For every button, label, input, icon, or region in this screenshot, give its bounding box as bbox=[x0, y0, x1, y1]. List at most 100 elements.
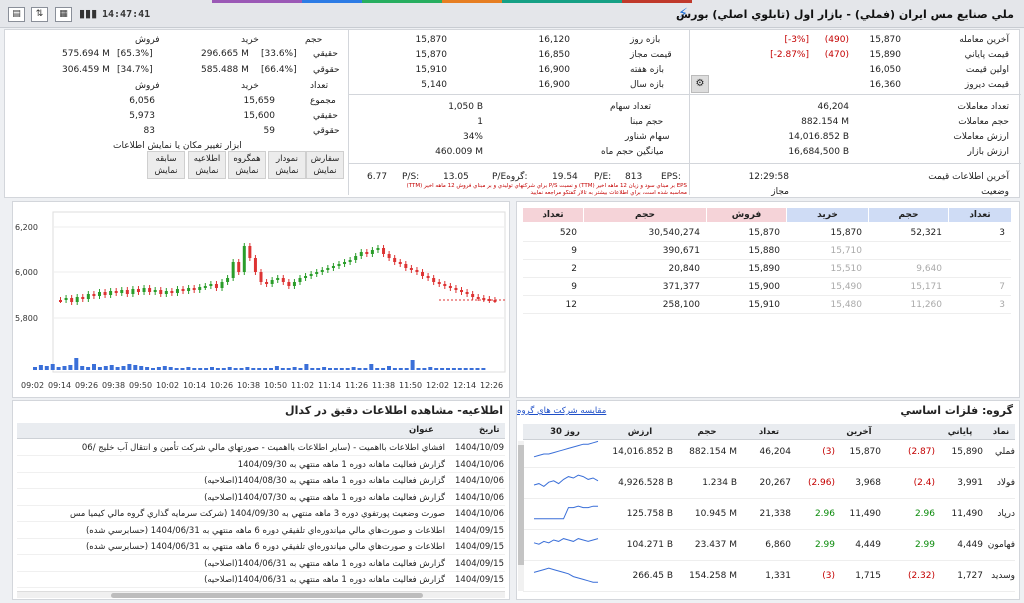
candle-body bbox=[471, 294, 475, 297]
client-header-volume: حجم bbox=[305, 35, 323, 45]
client-legal-label: حقوقي bbox=[313, 65, 340, 75]
client-legal-buy-pct: [66.4%] bbox=[261, 65, 297, 75]
volume-bar bbox=[251, 368, 256, 370]
group-cell-lc: (2.96) bbox=[807, 478, 835, 488]
x-tick-label: 11:50 bbox=[399, 381, 422, 390]
client-legal-count-buy: 59 bbox=[263, 126, 275, 136]
news-date: 1404/10/09 bbox=[455, 443, 504, 453]
orderbook-cell-bp: 15,870 bbox=[830, 228, 863, 238]
news-text[interactable]: صورت وضعيت پورتفوي دوره 3 ماهه منتهي به … bbox=[17, 506, 445, 522]
top-toolbar: ▤ ⇅ ▦ ▮▮▮ 14:47:41 ⚡ ملي صنايع مس ايران … bbox=[0, 0, 1024, 28]
volume-bar bbox=[357, 368, 362, 370]
group-cell-lc: (3) bbox=[822, 447, 835, 457]
candle-body bbox=[382, 248, 386, 254]
news-scrollbar-thumb[interactable] bbox=[111, 593, 423, 598]
x-tick-label: 10:38 bbox=[237, 381, 260, 390]
client-header-buy: خريد bbox=[241, 35, 259, 45]
news-text[interactable]: اطلاعات و صورت‌هاي مالي مياندوره‌اي تلفي… bbox=[17, 523, 445, 539]
x-tick-label: 09:38 bbox=[102, 381, 125, 390]
show-chart-button[interactable]: نمودار نمايش bbox=[268, 151, 306, 179]
group-cell-sym[interactable]: فملي bbox=[987, 445, 1015, 459]
show-news-button[interactable]: اطلاعيه نمايش bbox=[188, 151, 226, 179]
news-text[interactable]: گزارش فعاليت ماهانه دوره 1 ماهه منتهي به… bbox=[17, 473, 445, 489]
settings-sliders-icon[interactable]: ⚙ bbox=[691, 75, 709, 93]
news-text[interactable]: گزارش فعاليت ماهانه دوره 1 ماهه منتهي به… bbox=[17, 490, 445, 506]
trade-value-value: 14,016.852 B bbox=[788, 132, 849, 142]
candle-body bbox=[159, 290, 163, 294]
group-scrollbar-thumb[interactable] bbox=[518, 445, 524, 565]
x-tick-label: 09:50 bbox=[129, 381, 152, 390]
candle-body bbox=[365, 252, 369, 254]
volume-bar bbox=[322, 367, 327, 370]
group-cell-sym[interactable]: وسديد bbox=[987, 569, 1015, 583]
group-cell-vol: 10.945 M bbox=[694, 509, 737, 519]
volume-bar bbox=[440, 368, 445, 370]
ps-value: 6.77 bbox=[367, 172, 388, 182]
orderbook-cell-sp: 15,910 bbox=[748, 300, 781, 310]
candles-icon[interactable]: ⇅ bbox=[31, 7, 48, 22]
group-scrollbar[interactable] bbox=[518, 441, 524, 591]
orderbook-cell-bv: 9,640 bbox=[916, 264, 942, 274]
orderbook-cell-bc: 3 bbox=[999, 300, 1005, 310]
volume-bar bbox=[363, 368, 368, 370]
signal-icon[interactable]: ▮▮▮ bbox=[79, 7, 97, 22]
group-cell-sym[interactable]: فهامون bbox=[987, 538, 1015, 552]
orderbook-cell-sc: 9 bbox=[571, 282, 577, 292]
orderbook-cell-sv: 371,377 bbox=[662, 282, 700, 292]
intraday-chart[interactable]: 6,200 6,000 5,800 09:02 09:14 09:26 09:38 09:50… bbox=[13, 202, 511, 399]
year-range-high: 16,900 bbox=[538, 80, 571, 90]
group-cell-sym[interactable]: درپاد bbox=[987, 507, 1015, 521]
button-sub: نمايش bbox=[235, 166, 259, 176]
candle-body bbox=[103, 292, 107, 295]
chart-bars-icon[interactable]: ▤ bbox=[8, 7, 25, 22]
volume-bar bbox=[38, 365, 43, 370]
trade-value-label: ارزش معاملات bbox=[953, 132, 1009, 142]
volume-bar bbox=[103, 366, 108, 370]
orderbook-cell-sc: 9 bbox=[571, 246, 577, 256]
show-orders-button[interactable]: سفارش نمايش bbox=[306, 151, 344, 179]
show-history-button[interactable]: سابقه نمايش bbox=[147, 151, 185, 179]
ratio-note: محاسبه شده است، براي اطلاعات بيشتر به تا… bbox=[530, 190, 687, 196]
candle-body bbox=[387, 254, 391, 258]
news-text[interactable]: گزارش فعاليت ماهانه دوره 1 ماهه منتهي به… bbox=[17, 572, 445, 588]
day-range-high: 16,120 bbox=[538, 35, 571, 45]
news-title: اطلاعيه- مشاهده اطلاعات دقيق در کدال bbox=[285, 404, 503, 417]
first-price-label: اولين قيمت bbox=[965, 65, 1009, 75]
orderbook-cell-sv: 258,100 bbox=[662, 300, 700, 310]
group-cell-lc: (3) bbox=[822, 571, 835, 581]
volume-bar bbox=[398, 368, 403, 370]
x-tick-label: 11:38 bbox=[372, 381, 395, 390]
news-scrollbar[interactable] bbox=[17, 591, 505, 598]
button-sub: نمايش bbox=[275, 166, 299, 176]
news-text[interactable]: گزارش فعاليت ماهانه دوره 1 ماهه منتهي به… bbox=[17, 457, 445, 473]
shares-value: 1,050 B bbox=[448, 102, 483, 112]
volume-bar bbox=[115, 367, 120, 370]
candle-body bbox=[248, 246, 252, 258]
group-cell-sym[interactable]: فولاد bbox=[987, 476, 1015, 490]
group-cell-vol: 882.154 M bbox=[689, 447, 737, 457]
group-cell-cc: 2.99 bbox=[914, 540, 935, 550]
candle-body bbox=[198, 287, 202, 290]
close-price-change: (470) bbox=[824, 50, 849, 60]
sparkline-30d bbox=[534, 505, 598, 520]
candle-body bbox=[437, 282, 441, 284]
group-panel: گروه: فلزات اساسي مقايسه شرکت هاي گروه ن… bbox=[516, 400, 1020, 600]
candle-body bbox=[187, 288, 191, 291]
show-group-button[interactable]: همگروه نمايش bbox=[228, 151, 266, 179]
pe-value: 19.54 bbox=[552, 172, 578, 182]
orderbook-cell-bv: 52,321 bbox=[910, 228, 943, 238]
client-count-sell-header: فروش bbox=[135, 81, 160, 91]
compare-group-link[interactable]: مقايسه شرکت هاي گروه bbox=[517, 406, 606, 416]
color-strip bbox=[442, 0, 502, 3]
volume-bar bbox=[97, 367, 102, 370]
candle-body bbox=[354, 256, 358, 260]
table-icon[interactable]: ▦ bbox=[55, 7, 72, 22]
volume-bar bbox=[121, 366, 126, 370]
news-text[interactable]: افشاي اطلاعات بااهميت - (ساير اطلاعات با… bbox=[17, 440, 445, 456]
news-text[interactable]: گزارش فعاليت ماهانه دوره 1 ماهه منتهي به… bbox=[17, 556, 445, 572]
volume-bar bbox=[446, 368, 450, 370]
news-text[interactable]: اطلاعات و صورت‌هاي مالي مياندوره‌اي تلفي… bbox=[17, 539, 445, 555]
button-sub: نمايش bbox=[195, 166, 219, 176]
last-update-value: 12:29:58 bbox=[748, 172, 789, 182]
candle-body bbox=[97, 292, 101, 296]
